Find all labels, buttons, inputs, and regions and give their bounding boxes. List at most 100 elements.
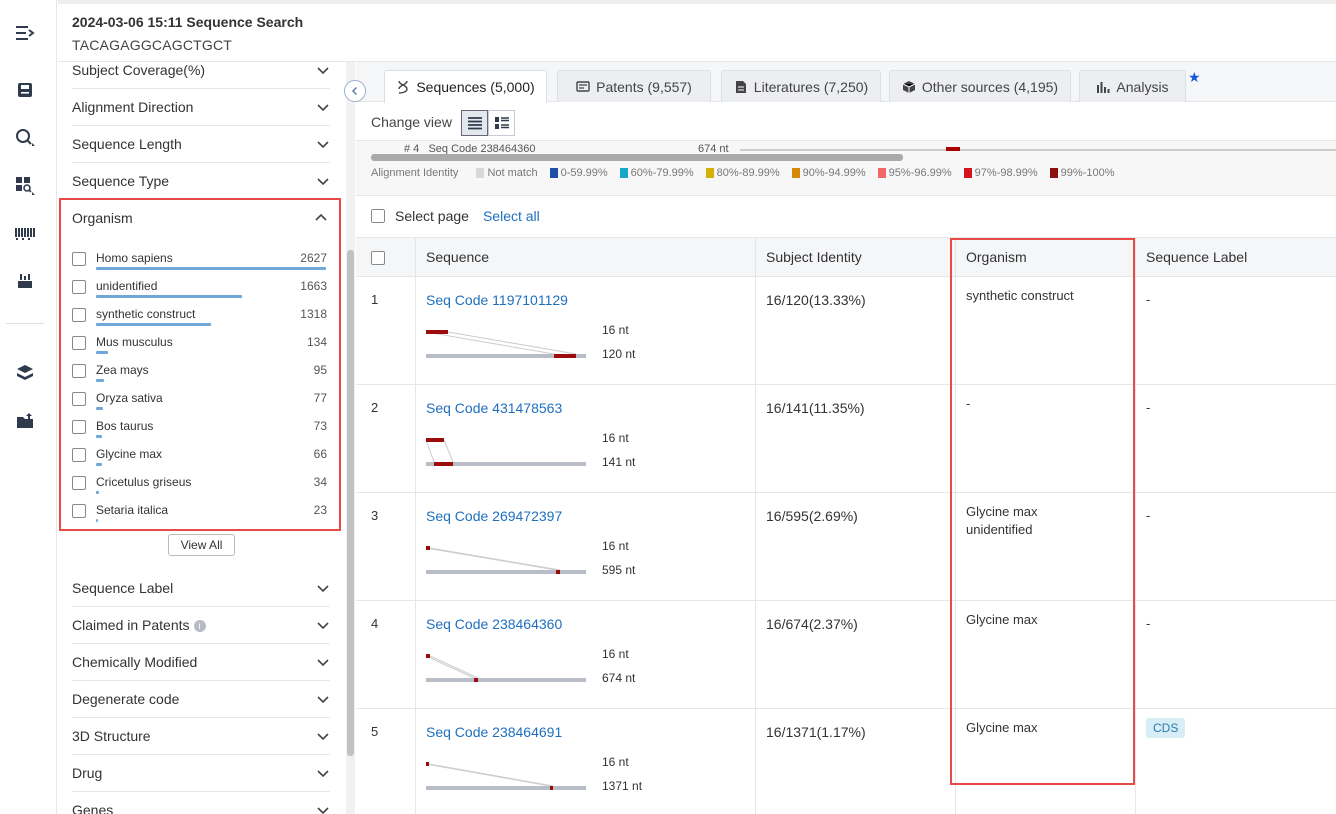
organism-option[interactable]: synthetic construct1318 — [72, 306, 328, 334]
tab-patents[interactable]: Patents (9,557) — [557, 70, 711, 102]
legend-swatch — [620, 168, 628, 178]
box-icon — [902, 80, 916, 94]
alignment-overview: # 4 Seq Code 238464360 674 nt Alignment … — [356, 140, 1336, 196]
organism-checkbox[interactable] — [72, 308, 86, 322]
organism-option[interactable]: Oryza sativa 77 — [72, 390, 328, 418]
chevron-down-icon — [316, 729, 330, 743]
filter-genes[interactable]: Genes — [72, 792, 330, 814]
organism-checkbox[interactable] — [72, 252, 86, 266]
filter-drug[interactable]: Drug — [72, 755, 330, 792]
organism-option[interactable]: Zea mays95 — [72, 362, 328, 390]
legend-label: 97%-98.99% — [975, 167, 1038, 179]
filter-subject-coverage[interactable]: Subject Coverage(%) — [72, 62, 330, 89]
view-all-button[interactable]: View All — [168, 534, 235, 556]
tab-analysis[interactable]: Analysis — [1079, 70, 1186, 102]
filter-organism-title[interactable]: Organism — [72, 210, 133, 226]
grid-search-icon[interactable] — [14, 175, 36, 197]
left-rail — [0, 0, 57, 814]
filter-chemically-modified[interactable]: Chemically Modified — [72, 644, 330, 681]
filter-alignment-direction[interactable]: Alignment Direction — [72, 89, 330, 126]
table-row[interactable]: 4Seq Code 23846436016 nt674 nt16/674(2.3… — [356, 601, 1336, 709]
detail-view-button[interactable] — [488, 110, 515, 136]
organism-count: 95 — [314, 363, 327, 377]
tab-sequences[interactable]: Sequences (5,000) — [384, 70, 547, 103]
filter-label: Drug — [72, 765, 102, 781]
legend-label: 99%-100% — [1061, 167, 1115, 179]
organism-checkbox[interactable] — [72, 392, 86, 406]
organism-checkbox[interactable] — [72, 280, 86, 294]
organism-count-bar — [96, 463, 102, 466]
organism-name: Oryza sativa — [96, 391, 163, 405]
select-page-label[interactable]: Select page — [395, 208, 469, 224]
organism-checkbox[interactable] — [72, 364, 86, 378]
save-icon[interactable] — [14, 79, 36, 101]
organism-option[interactable]: Homo sapiens2627 — [72, 250, 328, 278]
select-all-link[interactable]: Select all — [483, 208, 540, 224]
list-view-button[interactable] — [461, 110, 488, 136]
organism-name: Homo sapiens — [96, 251, 173, 265]
organism-option[interactable]: Mus musculus134 — [72, 334, 328, 362]
filter-claimed-in-patents[interactable]: Claimed in Patentsi — [72, 607, 330, 644]
column-header-sequence-label[interactable]: Sequence Label — [1146, 249, 1247, 265]
subject-identity: 16/120(13.33%) — [766, 292, 866, 308]
sequence-label-value: - — [1146, 292, 1150, 307]
table-row[interactable]: 1Seq Code 119710112916 nt120 nt16/120(13… — [356, 277, 1336, 385]
select-page-checkbox[interactable] — [371, 209, 385, 223]
sequence-code-link[interactable]: Seq Code 238464691 — [426, 724, 562, 740]
sequence-code-link[interactable]: Seq Code 431478563 — [426, 400, 562, 416]
alignment-identity-legend: Alignment Identity Not match0-59.99%60%-… — [371, 167, 1117, 179]
table-row[interactable]: 3Seq Code 26947239716 nt595 nt16/595(2.6… — [356, 493, 1336, 601]
query-sequence: TACAGAGGCAGCTGCT — [72, 37, 232, 53]
organism-checkbox[interactable] — [72, 476, 86, 490]
organism-count: 1663 — [300, 279, 327, 293]
column-header-subject-identity[interactable]: Subject Identity — [766, 249, 862, 265]
legend-swatch — [878, 168, 886, 178]
menu-expand-icon[interactable] — [14, 22, 36, 44]
organism-checkbox[interactable] — [72, 504, 86, 518]
column-header-sequence[interactable]: Sequence — [426, 249, 489, 265]
tab-literatures[interactable]: Literatures (7,250) — [721, 70, 881, 102]
legend-label: 80%-89.99% — [717, 167, 780, 179]
organism-option[interactable]: Bos taurus73 — [72, 418, 328, 446]
legend-label: 0-59.99% — [561, 167, 608, 179]
organism-checkbox[interactable] — [72, 420, 86, 434]
table-row[interactable]: 2Seq Code 43147856316 nt141 nt16/141(11.… — [356, 385, 1336, 493]
table-row[interactable]: 5Seq Code 23846469116 nt1371 nt16/1371(1… — [356, 709, 1336, 814]
search-icon[interactable] — [14, 127, 36, 149]
legend-label: 95%-96.99% — [889, 167, 952, 179]
rail-divider — [6, 323, 44, 324]
dna-icon — [396, 80, 410, 94]
organism-checkbox[interactable] — [72, 448, 86, 462]
organism-name: Cricetulus griseus — [96, 475, 191, 489]
sequence-code-link[interactable]: Seq Code 238464360 — [426, 616, 562, 632]
filter-sequence-label[interactable]: Sequence Label — [72, 570, 330, 607]
chevron-up-icon[interactable] — [314, 211, 328, 225]
folder-upload-icon[interactable] — [14, 410, 36, 432]
select-all-rows-checkbox[interactable] — [371, 251, 385, 265]
organism-option[interactable]: Cricetulus griseus34 — [72, 474, 328, 502]
row-index: 1 — [371, 292, 378, 307]
layers-icon[interactable] — [14, 362, 36, 384]
favorite-star-icon[interactable]: ★ — [1188, 69, 1201, 86]
overview-horizontal-scrollbar[interactable] — [371, 154, 903, 161]
sidebar-scrollbar[interactable] — [347, 250, 354, 756]
filter-degenerate-code[interactable]: Degenerate code — [72, 681, 330, 718]
barcode-icon[interactable] — [14, 223, 36, 245]
filter-3d-structure[interactable]: 3D Structure — [72, 718, 330, 755]
organism-checkbox[interactable] — [72, 336, 86, 350]
legend-title: Alignment Identity — [371, 167, 458, 179]
sequence-code-link[interactable]: Seq Code 1197101129 — [426, 292, 568, 308]
collapse-sidebar-button[interactable] — [344, 80, 366, 102]
organism-count: 77 — [314, 391, 327, 405]
filter-sequence-length[interactable]: Sequence Length — [72, 126, 330, 163]
organism-option[interactable]: Glycine max66 — [72, 446, 328, 474]
subject-length: 1371 nt — [602, 779, 642, 793]
info-icon[interactable]: i — [194, 620, 206, 632]
organism-option[interactable]: Setaria italica23 — [72, 502, 328, 530]
organism-option[interactable]: unidentified1663 — [72, 278, 328, 306]
filter-sequence-type[interactable]: Sequence Type — [72, 163, 330, 200]
tab-other-sources[interactable]: Other sources (4,195) — [889, 70, 1071, 102]
organism-count: 134 — [307, 335, 327, 349]
sequence-code-link[interactable]: Seq Code 269472397 — [426, 508, 562, 524]
lab-icon[interactable] — [14, 270, 36, 292]
